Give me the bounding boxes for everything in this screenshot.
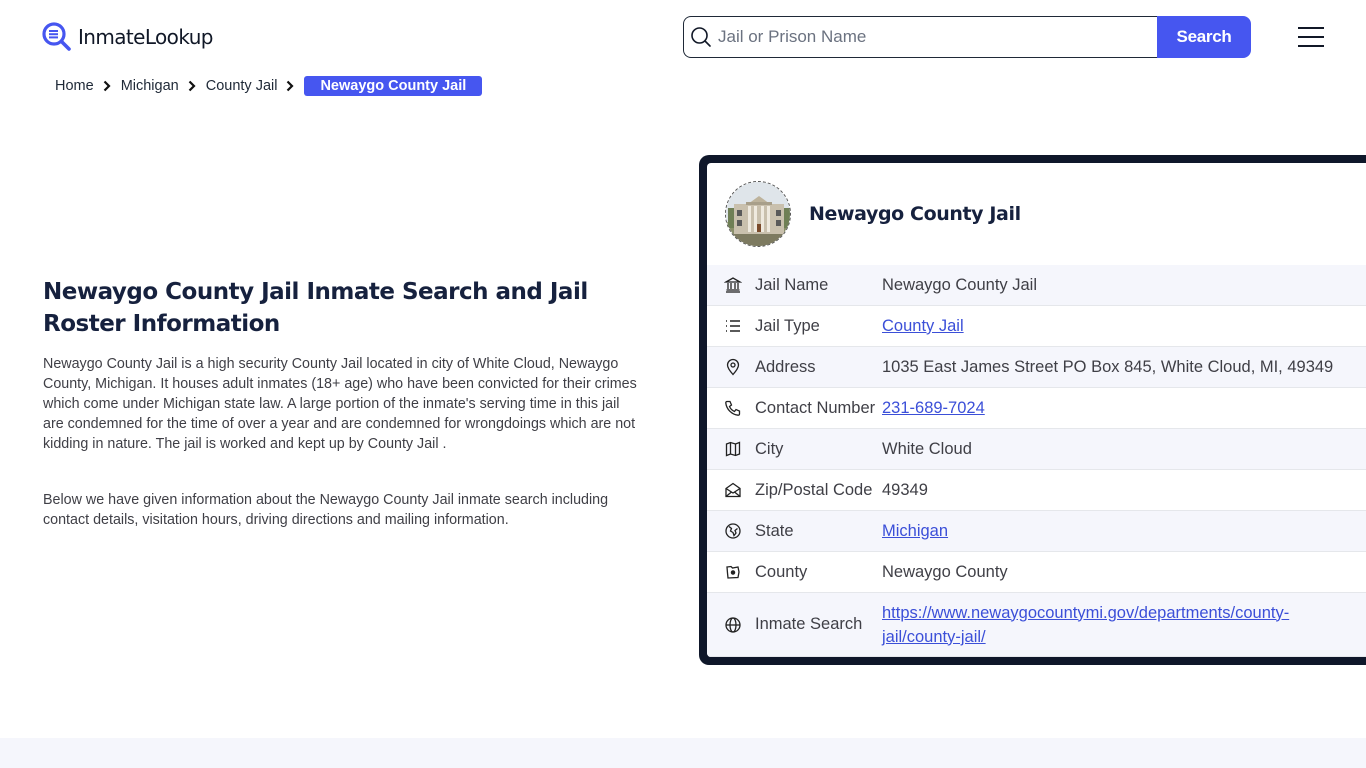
search-icon [691, 27, 711, 47]
detail-label: State [755, 521, 794, 540]
detail-row-jail-type: Jail Type County Jail [707, 306, 1366, 347]
jail-info-card: Newaygo County Jail Jail Name Newaygo Co… [699, 155, 1366, 665]
detail-value: 49349 [882, 481, 928, 499]
detail-row-city: City White Cloud [707, 429, 1366, 470]
detail-label: Zip/Postal Code [755, 480, 873, 499]
detail-row-contact-number: Contact Number 231-689-7024 [707, 388, 1366, 429]
card-title: Newaygo County Jail [809, 203, 1021, 225]
detail-label: County [755, 562, 808, 581]
map-pin-icon [707, 358, 755, 376]
globe-pin-icon [707, 522, 755, 540]
search-input[interactable] [718, 27, 1157, 47]
search-form: Search [683, 16, 1251, 58]
site-logo[interactable]: InmateLookup [42, 22, 213, 52]
phone-icon [707, 399, 755, 417]
detail-label: Address [755, 357, 816, 376]
jail-type-link[interactable]: County Jail [882, 317, 964, 335]
footer-band [0, 738, 1366, 768]
county-map-icon [707, 563, 755, 581]
detail-label: Inmate Search [755, 615, 863, 633]
breadcrumb-michigan[interactable]: Michigan [121, 78, 179, 94]
breadcrumb: Home Michigan County Jail Newaygo County… [55, 76, 483, 96]
hamburger-line [1298, 36, 1324, 38]
bank-icon [707, 276, 755, 294]
magnifier-logo-icon [42, 22, 72, 52]
jail-details-table: Jail Name Newaygo County Jail Jail Type … [707, 265, 1366, 657]
chevron-right-icon [103, 80, 111, 92]
detail-value: 1035 East James Street PO Box 845, White… [882, 358, 1334, 376]
hamburger-line [1298, 45, 1324, 47]
list-icon [707, 317, 755, 335]
detail-label: Contact Number [755, 398, 876, 417]
detail-label: Jail Type [755, 316, 820, 335]
detail-row-address: Address 1035 East James Street PO Box 84… [707, 347, 1366, 388]
detail-row-inmate-search: Inmate Search https://www.newaygocountym… [707, 593, 1366, 657]
chevron-right-icon [286, 80, 295, 92]
chevron-right-icon [188, 80, 196, 92]
summary-paragraph: Below we have given information about th… [43, 492, 609, 528]
detail-label: Jail Name [755, 275, 829, 294]
map-icon [707, 440, 755, 458]
detail-value: Newaygo County [882, 563, 1008, 581]
mail-open-icon [707, 481, 755, 499]
state-link[interactable]: Michigan [882, 522, 948, 540]
hamburger-line [1298, 27, 1324, 29]
intro-paragraph: Newaygo County Jail is a high security C… [43, 356, 637, 452]
detail-row-state: State Michigan [707, 511, 1366, 552]
jail-building-image [725, 181, 791, 247]
search-button[interactable]: Search [1157, 16, 1251, 58]
detail-value: White Cloud [882, 440, 972, 458]
detail-row-jail-name: Jail Name Newaygo County Jail [707, 265, 1366, 306]
breadcrumb-county-jail[interactable]: County Jail [206, 78, 278, 94]
detail-value: Newaygo County Jail [882, 276, 1037, 294]
hamburger-menu-button[interactable] [1298, 27, 1324, 47]
logo-text: InmateLookup [78, 25, 213, 49]
jail-info-card-body: Newaygo County Jail Jail Name Newaygo Co… [707, 163, 1366, 657]
detail-row-zip: Zip/Postal Code 49349 [707, 470, 1366, 511]
inmate-search-link[interactable]: https://www.newaygocountymi.gov/departme… [882, 604, 1289, 646]
phone-link[interactable]: 231-689-7024 [882, 399, 985, 417]
detail-label: City [755, 439, 784, 458]
card-header: Newaygo County Jail [707, 163, 1366, 265]
globe-icon [707, 616, 755, 634]
page-title: Newaygo County Jail Inmate Search and Ja… [43, 279, 588, 337]
breadcrumb-home[interactable]: Home [55, 78, 94, 94]
detail-row-county: County Newaygo County [707, 552, 1366, 593]
breadcrumb-current: Newaygo County Jail [304, 76, 483, 96]
search-box [683, 16, 1157, 58]
